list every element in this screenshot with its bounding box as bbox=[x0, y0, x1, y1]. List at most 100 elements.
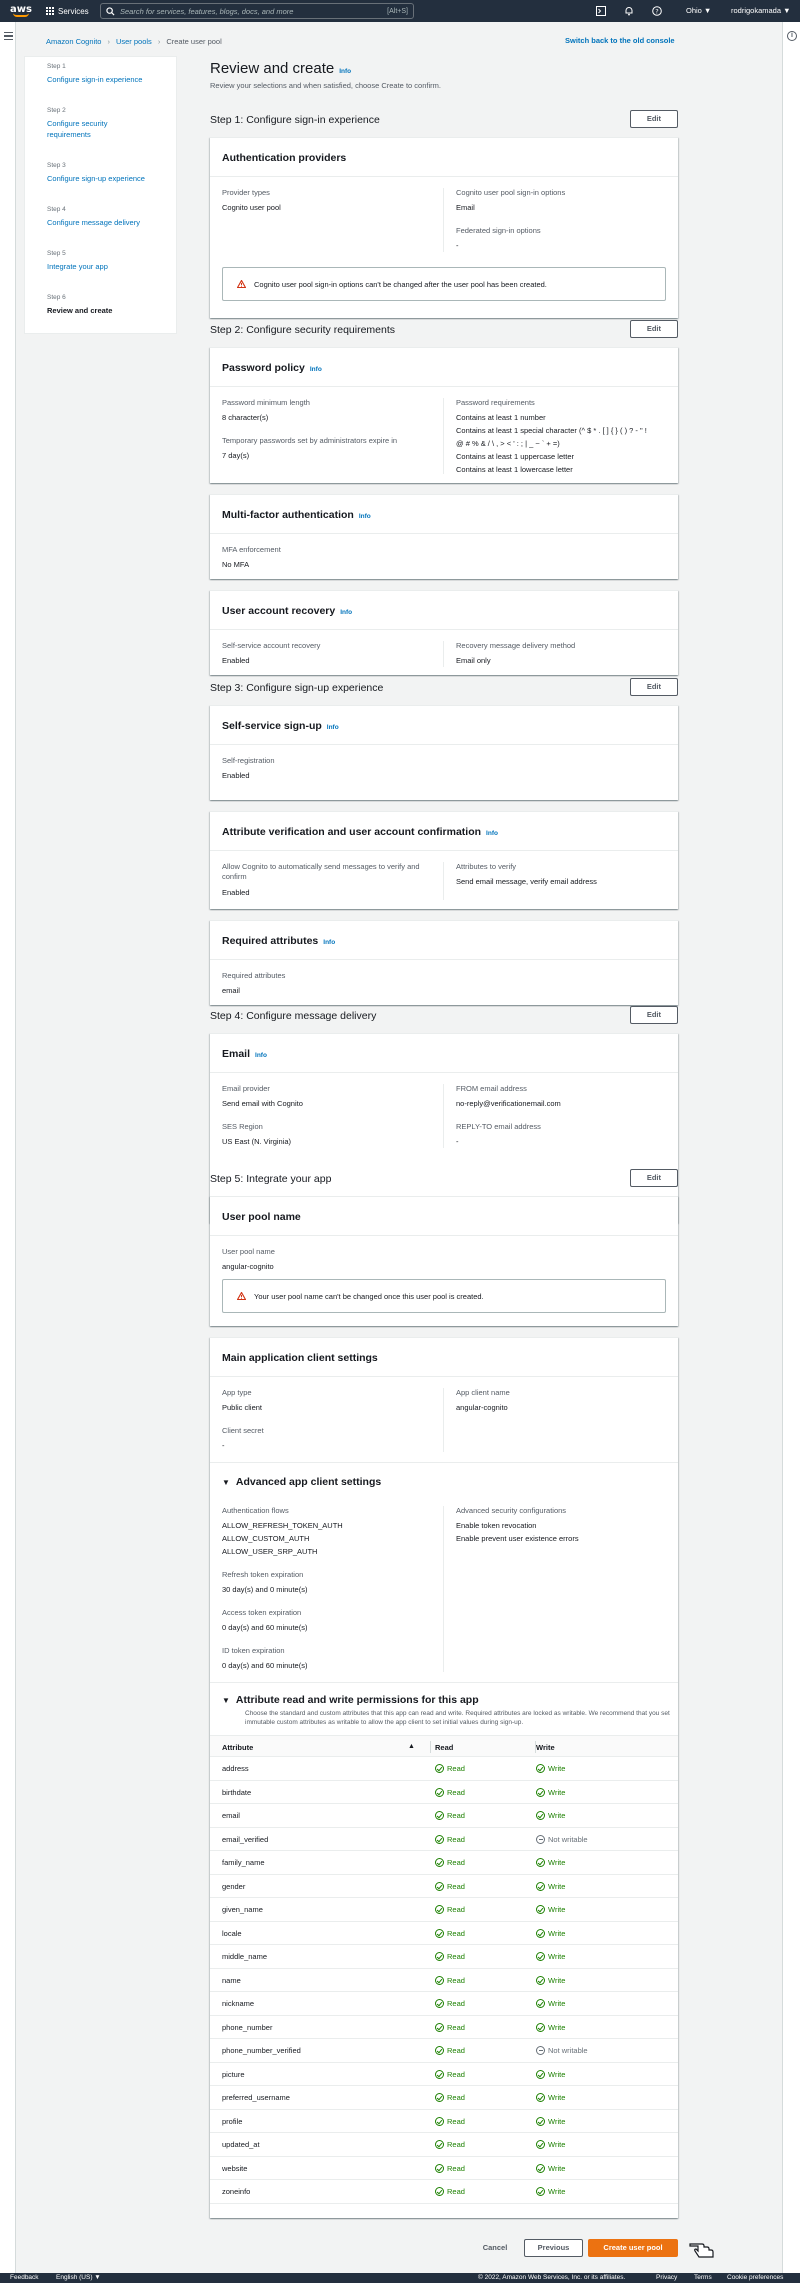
email-provider: Email provider Send email with Cognito bbox=[222, 1084, 303, 1108]
info-panel-icon[interactable]: i bbox=[787, 31, 797, 41]
table-row: gender Read Write bbox=[210, 1875, 678, 1898]
advanced-settings-toggle[interactable]: ▼ Advanced app client settings bbox=[222, 1476, 381, 1488]
read-status: Read bbox=[435, 2140, 465, 2149]
side-nav-rail bbox=[0, 22, 16, 2273]
account-menu[interactable]: rodrigokamada ▼ bbox=[731, 6, 791, 15]
info-link[interactable]: Info bbox=[486, 830, 498, 837]
check-circle-icon bbox=[435, 1811, 444, 1820]
wizard-step-6: Step 6 Review and create bbox=[47, 294, 113, 315]
previous-button[interactable]: Previous bbox=[524, 2239, 583, 2257]
check-circle-icon bbox=[435, 2046, 444, 2055]
self-service-recovery: Self-service account recovery Enabled bbox=[222, 641, 321, 665]
sort-ascending-icon[interactable]: ▲ bbox=[408, 1743, 415, 1750]
write-status: Write bbox=[536, 1787, 565, 1797]
attribute-name: phone_number bbox=[222, 2022, 273, 2032]
info-link[interactable]: Info bbox=[340, 609, 352, 616]
wizard-step-5[interactable]: Step 5 Integrate your app bbox=[47, 250, 108, 272]
help-panel-rail: i bbox=[782, 22, 800, 2273]
terms-link[interactable]: Terms bbox=[694, 2274, 712, 2281]
aws-logo[interactable]: aws bbox=[6, 0, 36, 22]
cancel-button[interactable]: Cancel bbox=[470, 2239, 520, 2257]
federated-options: Federated sign-in options - bbox=[456, 226, 541, 250]
edit-step-2-button[interactable]: Edit bbox=[629, 320, 678, 338]
app-client-settings-card: Main application client settings App typ… bbox=[210, 1337, 678, 2218]
page-footer: Feedback English (US) ▼ © 2022, Amazon W… bbox=[0, 2273, 800, 2283]
cloudshell-icon[interactable] bbox=[596, 6, 606, 16]
table-row: nickname Read Write bbox=[210, 1992, 678, 2016]
info-link[interactable]: Info bbox=[310, 366, 322, 373]
region-selector[interactable]: Ohio ▼ bbox=[686, 6, 711, 15]
switch-old-console-link[interactable]: Switch back to the old console bbox=[565, 36, 675, 45]
chevron-right-icon: › bbox=[157, 37, 161, 46]
write-status: Write bbox=[536, 2116, 565, 2126]
wizard-steps: Step 1 Configure sign-in experience Step … bbox=[24, 56, 177, 334]
breadcrumb-amazon-cognito[interactable]: Amazon Cognito bbox=[46, 37, 101, 46]
read-status: Read bbox=[435, 2022, 465, 2032]
info-link[interactable]: Info bbox=[359, 513, 371, 520]
menu-hamburger-icon[interactable] bbox=[4, 32, 13, 42]
info-link[interactable]: Info bbox=[323, 939, 335, 946]
write-status: Write bbox=[536, 1764, 565, 1773]
minus-circle-icon bbox=[536, 2046, 545, 2055]
attribute-name: address bbox=[222, 1764, 249, 1773]
attribute-name: email_verified bbox=[222, 1834, 269, 1844]
caret-down-icon: ▼ bbox=[222, 1478, 230, 1487]
check-circle-icon bbox=[435, 1905, 444, 1914]
attribute-name: picture bbox=[222, 2069, 245, 2079]
step-4-header: Step 4: Configure message delivery Edit bbox=[210, 1006, 678, 1026]
check-circle-icon bbox=[536, 2116, 545, 2126]
language-selector[interactable]: English (US) ▼ bbox=[56, 2274, 101, 2281]
help-icon[interactable]: ? bbox=[652, 6, 662, 16]
wizard-step-3[interactable]: Step 3 Configure sign-up experience bbox=[47, 162, 145, 184]
attribute-name: updated_at bbox=[222, 2140, 260, 2149]
notifications-bell-icon[interactable] bbox=[624, 6, 634, 16]
card-title: Multi-factor authentication Info bbox=[222, 509, 371, 521]
edit-step-3-button[interactable]: Edit bbox=[629, 678, 678, 696]
check-circle-icon bbox=[435, 1952, 444, 1961]
write-status: Write bbox=[536, 1975, 565, 1985]
services-menu[interactable]: Services bbox=[46, 7, 89, 16]
authentication-providers-card: Authentication providers Provider types C… bbox=[210, 137, 678, 318]
table-row: locale Read Write bbox=[210, 1922, 678, 1945]
write-status: Write bbox=[536, 2163, 565, 2173]
required-attributes: Required attributes email bbox=[222, 971, 286, 995]
search-input[interactable]: Search for services, features, blogs, do… bbox=[100, 3, 414, 19]
check-circle-icon bbox=[536, 1811, 545, 1820]
wizard-step-4[interactable]: Step 4 Configure message delivery bbox=[47, 206, 140, 228]
check-circle-icon bbox=[536, 1999, 545, 2008]
minus-circle-icon bbox=[536, 1834, 545, 1844]
card-title: Required attributes Info bbox=[222, 935, 336, 947]
permissions-toggle[interactable]: ▼ Attribute read and write permissions fo… bbox=[222, 1694, 479, 1706]
feedback-link[interactable]: Feedback bbox=[10, 2274, 39, 2281]
check-circle-icon bbox=[536, 2069, 545, 2079]
edit-step-4-button[interactable]: Edit bbox=[629, 1006, 678, 1024]
password-policy-card: Password policy Info Password minimum len… bbox=[210, 347, 678, 483]
privacy-link[interactable]: Privacy bbox=[656, 2274, 677, 2281]
write-status: Write bbox=[536, 1999, 565, 2008]
wizard-step-1[interactable]: Step 1 Configure sign-in experience bbox=[47, 63, 142, 85]
table-row: given_name Read Write bbox=[210, 1898, 678, 1922]
from-email: FROM email address no-reply@verificatione… bbox=[456, 1084, 561, 1108]
edit-step-1-button[interactable]: Edit bbox=[629, 110, 678, 128]
ses-region: SES Region US East (N. Virginia) bbox=[222, 1122, 292, 1146]
attribute-name: name bbox=[222, 1975, 241, 1985]
caret-down-icon: ▼ bbox=[222, 1696, 230, 1705]
check-circle-icon bbox=[435, 1999, 444, 2008]
create-user-pool-button[interactable]: Create user pool bbox=[588, 2239, 678, 2257]
info-link[interactable]: Info bbox=[255, 1052, 267, 1059]
write-status: Not writable bbox=[536, 2046, 588, 2055]
info-link[interactable]: Info bbox=[327, 724, 339, 731]
svg-text:?: ? bbox=[655, 7, 658, 15]
cookie-preferences-link[interactable]: Cookie preferences bbox=[727, 2274, 783, 2281]
edit-step-5-button[interactable]: Edit bbox=[629, 1169, 678, 1187]
wizard-step-2[interactable]: Step 2 Configure security requirements bbox=[47, 107, 127, 140]
attribute-name: middle_name bbox=[222, 1952, 268, 1961]
breadcrumb-user-pools[interactable]: User pools bbox=[116, 37, 152, 46]
column-attribute[interactable]: Attribute bbox=[222, 1743, 253, 1752]
info-link[interactable]: Info bbox=[339, 68, 351, 75]
access-token-expiration: Access token expiration 0 day(s) and 60 m… bbox=[222, 1608, 308, 1632]
check-circle-icon bbox=[435, 2163, 444, 2173]
attribute-name: zoneinfo bbox=[222, 2187, 251, 2196]
table-row: phone_number Read Write bbox=[210, 2016, 678, 2039]
check-circle-icon bbox=[435, 2093, 444, 2102]
